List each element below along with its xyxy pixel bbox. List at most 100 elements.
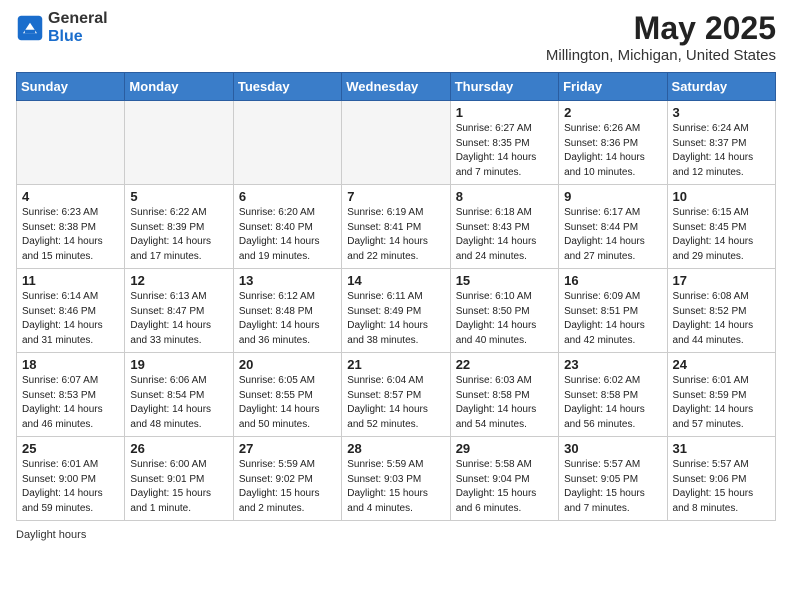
calendar-cell: 30 Sunrise: 5:57 AM Sunset: 9:05 PM Dayli… xyxy=(559,437,667,521)
day-info: Sunrise: 5:58 AM Sunset: 9:04 PM Dayligh… xyxy=(456,458,553,516)
day-number: 19 xyxy=(130,357,227,372)
day-number: 8 xyxy=(456,189,553,204)
day-info: Sunrise: 6:04 AM Sunset: 8:57 PM Dayligh… xyxy=(347,374,444,432)
day-number: 11 xyxy=(22,273,119,288)
calendar-cell: 27 Sunrise: 5:59 AM Sunset: 9:02 PM Dayli… xyxy=(233,437,341,521)
day-info: Sunrise: 6:14 AM Sunset: 8:46 PM Dayligh… xyxy=(22,290,119,348)
day-number: 25 xyxy=(22,441,119,456)
title-block: May 2025 Millington, Michigan, United St… xyxy=(546,10,776,64)
day-number: 7 xyxy=(347,189,444,204)
day-number: 1 xyxy=(456,105,553,120)
calendar-week-1: 1Sunrise: 6:27 AM Sunset: 8:35 PM Daylig… xyxy=(17,101,776,185)
day-info: Sunrise: 6:01 AM Sunset: 8:59 PM Dayligh… xyxy=(673,374,770,432)
day-number: 15 xyxy=(456,273,553,288)
calendar-cell: 4Sunrise: 6:23 AM Sunset: 8:38 PM Daylig… xyxy=(17,185,125,269)
day-info: Sunrise: 6:10 AM Sunset: 8:50 PM Dayligh… xyxy=(456,290,553,348)
day-info: Sunrise: 5:59 AM Sunset: 9:02 PM Dayligh… xyxy=(239,458,336,516)
column-header-wednesday: Wednesday xyxy=(342,73,450,101)
calendar-cell: 5 Sunrise: 6:22 AM Sunset: 8:39 PM Daylig… xyxy=(125,185,233,269)
day-number: 18 xyxy=(22,357,119,372)
footer-note: Daylight hours xyxy=(16,529,776,541)
calendar-cell: 19 Sunrise: 6:06 AM Sunset: 8:54 PM Dayli… xyxy=(125,353,233,437)
calendar-header-row: SundayMondayTuesdayWednesdayThursdayFrid… xyxy=(17,73,776,101)
day-number: 4 xyxy=(22,189,119,204)
day-number: 22 xyxy=(456,357,553,372)
day-info: Sunrise: 6:02 AM Sunset: 8:58 PM Dayligh… xyxy=(564,374,661,432)
day-info: Sunrise: 6:20 AM Sunset: 8:40 PM Dayligh… xyxy=(239,206,336,264)
calendar-cell: 8 Sunrise: 6:18 AM Sunset: 8:43 PM Daylig… xyxy=(450,185,558,269)
logo-text: General Blue xyxy=(48,10,108,45)
day-number: 10 xyxy=(673,189,770,204)
day-info: Sunrise: 6:15 AM Sunset: 8:45 PM Dayligh… xyxy=(673,206,770,264)
column-header-sunday: Sunday xyxy=(17,73,125,101)
day-number: 5 xyxy=(130,189,227,204)
day-number: 21 xyxy=(347,357,444,372)
day-number: 17 xyxy=(673,273,770,288)
calendar-cell: 22 Sunrise: 6:03 AM Sunset: 8:58 PM Dayli… xyxy=(450,353,558,437)
day-info: Sunrise: 6:24 AM Sunset: 8:37 PM Dayligh… xyxy=(673,122,770,180)
calendar-cell: 18 Sunrise: 6:07 AM Sunset: 8:53 PM Dayli… xyxy=(17,353,125,437)
day-info: Sunrise: 5:57 AM Sunset: 9:05 PM Dayligh… xyxy=(564,458,661,516)
calendar-week-5: 25 Sunrise: 6:01 AM Sunset: 9:00 PM Dayli… xyxy=(17,437,776,521)
day-number: 27 xyxy=(239,441,336,456)
day-info: Sunrise: 6:01 AM Sunset: 9:00 PM Dayligh… xyxy=(22,458,119,516)
logo-blue: Blue xyxy=(48,28,83,45)
day-info: Sunrise: 6:08 AM Sunset: 8:52 PM Dayligh… xyxy=(673,290,770,348)
calendar-cell: 1Sunrise: 6:27 AM Sunset: 8:35 PM Daylig… xyxy=(450,101,558,185)
column-header-tuesday: Tuesday xyxy=(233,73,341,101)
day-number: 3 xyxy=(673,105,770,120)
day-info: Sunrise: 6:12 AM Sunset: 8:48 PM Dayligh… xyxy=(239,290,336,348)
calendar-cell: 14Sunrise: 6:11 AM Sunset: 8:49 PM Dayli… xyxy=(342,269,450,353)
logo: General Blue xyxy=(16,10,108,45)
calendar-thead: SundayMondayTuesdayWednesdayThursdayFrid… xyxy=(17,73,776,101)
day-number: 13 xyxy=(239,273,336,288)
day-number: 29 xyxy=(456,441,553,456)
calendar-title: May 2025 xyxy=(546,10,776,47)
day-info: Sunrise: 6:05 AM Sunset: 8:55 PM Dayligh… xyxy=(239,374,336,432)
calendar-cell: 12Sunrise: 6:13 AM Sunset: 8:47 PM Dayli… xyxy=(125,269,233,353)
calendar-week-3: 11 Sunrise: 6:14 AM Sunset: 8:46 PM Dayli… xyxy=(17,269,776,353)
day-info: Sunrise: 6:00 AM Sunset: 9:01 PM Dayligh… xyxy=(130,458,227,516)
day-info: Sunrise: 6:06 AM Sunset: 8:54 PM Dayligh… xyxy=(130,374,227,432)
day-number: 12 xyxy=(130,273,227,288)
day-info: Sunrise: 6:26 AM Sunset: 8:36 PM Dayligh… xyxy=(564,122,661,180)
calendar-cell xyxy=(125,101,233,185)
day-number: 9 xyxy=(564,189,661,204)
day-number: 31 xyxy=(673,441,770,456)
calendar-cell: 31 Sunrise: 5:57 AM Sunset: 9:06 PM Dayli… xyxy=(667,437,775,521)
calendar-table: SundayMondayTuesdayWednesdayThursdayFrid… xyxy=(16,72,776,521)
calendar-cell: 16 Sunrise: 6:09 AM Sunset: 8:51 PM Dayli… xyxy=(559,269,667,353)
day-info: Sunrise: 6:19 AM Sunset: 8:41 PM Dayligh… xyxy=(347,206,444,264)
column-header-thursday: Thursday xyxy=(450,73,558,101)
calendar-cell xyxy=(233,101,341,185)
calendar-week-2: 4Sunrise: 6:23 AM Sunset: 8:38 PM Daylig… xyxy=(17,185,776,269)
calendar-subtitle: Millington, Michigan, United States xyxy=(546,47,776,64)
day-info: Sunrise: 6:03 AM Sunset: 8:58 PM Dayligh… xyxy=(456,374,553,432)
calendar-cell: 11 Sunrise: 6:14 AM Sunset: 8:46 PM Dayli… xyxy=(17,269,125,353)
calendar-cell: 15 Sunrise: 6:10 AM Sunset: 8:50 PM Dayli… xyxy=(450,269,558,353)
day-info: Sunrise: 6:07 AM Sunset: 8:53 PM Dayligh… xyxy=(22,374,119,432)
column-header-monday: Monday xyxy=(125,73,233,101)
calendar-week-4: 18 Sunrise: 6:07 AM Sunset: 8:53 PM Dayli… xyxy=(17,353,776,437)
calendar-cell: 24 Sunrise: 6:01 AM Sunset: 8:59 PM Dayli… xyxy=(667,353,775,437)
day-info: Sunrise: 6:09 AM Sunset: 8:51 PM Dayligh… xyxy=(564,290,661,348)
logo-general: General xyxy=(48,10,108,27)
day-number: 30 xyxy=(564,441,661,456)
day-info: Sunrise: 5:57 AM Sunset: 9:06 PM Dayligh… xyxy=(673,458,770,516)
calendar-page: General Blue May 2025 Millington, Michig… xyxy=(0,0,792,612)
calendar-cell: 3 Sunrise: 6:24 AM Sunset: 8:37 PM Daylig… xyxy=(667,101,775,185)
day-number: 6 xyxy=(239,189,336,204)
day-number: 26 xyxy=(130,441,227,456)
calendar-cell: 21 Sunrise: 6:04 AM Sunset: 8:57 PM Dayli… xyxy=(342,353,450,437)
calendar-cell: 2Sunrise: 6:26 AM Sunset: 8:36 PM Daylig… xyxy=(559,101,667,185)
calendar-body: 1Sunrise: 6:27 AM Sunset: 8:35 PM Daylig… xyxy=(17,101,776,521)
day-info: Sunrise: 6:18 AM Sunset: 8:43 PM Dayligh… xyxy=(456,206,553,264)
column-header-saturday: Saturday xyxy=(667,73,775,101)
calendar-cell: 17 Sunrise: 6:08 AM Sunset: 8:52 PM Dayli… xyxy=(667,269,775,353)
calendar-cell: 9Sunrise: 6:17 AM Sunset: 8:44 PM Daylig… xyxy=(559,185,667,269)
day-number: 16 xyxy=(564,273,661,288)
day-number: 23 xyxy=(564,357,661,372)
calendar-cell: 10 Sunrise: 6:15 AM Sunset: 8:45 PM Dayli… xyxy=(667,185,775,269)
day-info: Sunrise: 6:22 AM Sunset: 8:39 PM Dayligh… xyxy=(130,206,227,264)
day-number: 24 xyxy=(673,357,770,372)
